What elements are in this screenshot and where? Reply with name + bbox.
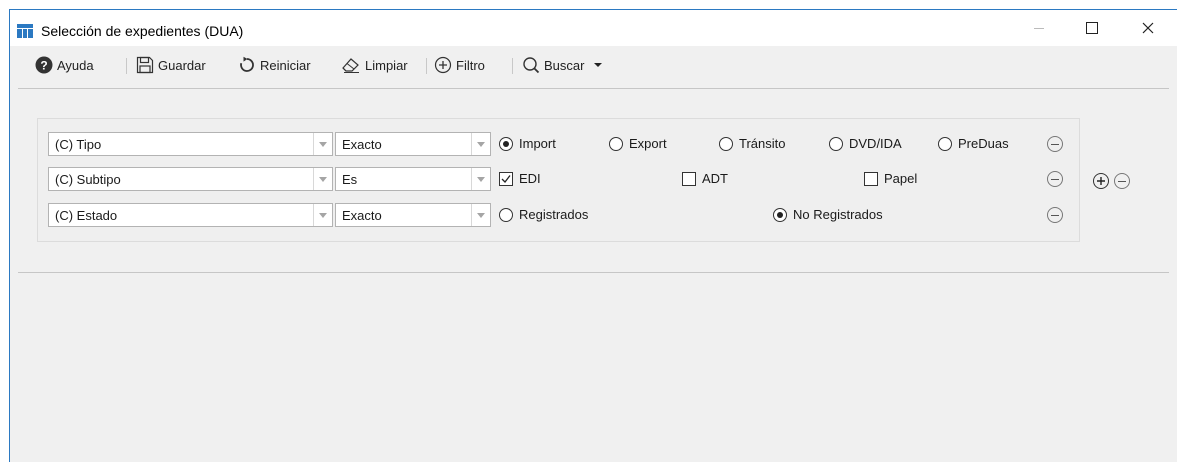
radio-label: PreDuas bbox=[958, 136, 1009, 151]
search-label: Buscar bbox=[544, 57, 585, 73]
close-icon bbox=[1142, 22, 1154, 34]
reset-button[interactable]: Reiniciar bbox=[238, 54, 311, 76]
minimize-button[interactable] bbox=[1016, 10, 1062, 46]
field-select-value: (C) Estado bbox=[55, 208, 118, 223]
field-select-estado[interactable]: (C) Estado bbox=[48, 203, 333, 227]
toolbar-divider bbox=[18, 88, 1169, 89]
add-group-button[interactable] bbox=[1093, 173, 1109, 189]
window-title: Selección de expedientes (DUA) bbox=[41, 23, 244, 39]
remove-condition-button[interactable] bbox=[1047, 136, 1063, 152]
minus-circle-icon bbox=[1051, 143, 1059, 145]
floppy-disk-icon bbox=[136, 56, 154, 74]
radio-unselected bbox=[938, 136, 952, 151]
operator-select-value: Exacto bbox=[342, 208, 382, 223]
checkbox-papel[interactable]: Papel bbox=[864, 171, 917, 186]
radio-transito[interactable]: Tránsito bbox=[719, 136, 785, 151]
remove-condition-button[interactable] bbox=[1047, 207, 1063, 223]
operator-select-tipo[interactable]: Exacto bbox=[335, 132, 491, 156]
minus-circle-icon bbox=[1051, 214, 1059, 216]
minus-circle-icon bbox=[1051, 178, 1059, 180]
radio-no-registrados[interactable]: No Registrados bbox=[773, 207, 883, 222]
help-button[interactable]: ? Ayuda bbox=[35, 54, 94, 76]
toolbar-separator bbox=[426, 58, 427, 74]
checkbox-label: Papel bbox=[884, 171, 918, 186]
field-select-value: (C) Subtipo bbox=[55, 172, 121, 187]
checkbox-label: EDI bbox=[519, 171, 541, 186]
clear-label: Limpiar bbox=[365, 57, 408, 73]
field-select-value: (C) Tipo bbox=[55, 137, 102, 152]
checkmark-icon bbox=[501, 174, 511, 183]
dropdown-arrow-icon bbox=[594, 63, 603, 67]
radio-label: Export bbox=[629, 136, 667, 151]
minus-circle-icon bbox=[1118, 180, 1126, 182]
eraser-icon bbox=[342, 58, 359, 73]
search-button[interactable]: Buscar bbox=[522, 54, 604, 76]
radio-unselected bbox=[499, 207, 513, 222]
minimize-icon bbox=[1034, 27, 1044, 29]
operator-select-subtipo[interactable]: Es bbox=[335, 167, 491, 191]
rotate-icon bbox=[240, 56, 254, 72]
filter-button[interactable]: Filtro bbox=[434, 54, 485, 76]
radio-preduas[interactable]: PreDuas bbox=[938, 136, 1009, 151]
checkbox-unchecked bbox=[682, 171, 696, 186]
radio-unselected bbox=[609, 136, 623, 151]
field-select-subtipo[interactable]: (C) Subtipo bbox=[48, 167, 333, 191]
radio-label: Registrados bbox=[519, 207, 589, 222]
field-select-tipo[interactable]: (C) Tipo bbox=[48, 132, 333, 156]
radio-selected bbox=[773, 207, 787, 222]
radio-label: No Registrados bbox=[793, 207, 883, 222]
filter-label: Filtro bbox=[456, 57, 485, 73]
clear-button[interactable]: Limpiar bbox=[341, 54, 408, 76]
radio-label: DVD/IDA bbox=[849, 136, 902, 151]
help-label: Ayuda bbox=[57, 57, 94, 73]
plus-circle-icon bbox=[434, 56, 452, 74]
radio-registrados[interactable]: Registrados bbox=[499, 207, 588, 222]
remove-condition-button[interactable] bbox=[1047, 171, 1063, 187]
magnifier-icon bbox=[523, 57, 540, 74]
checkbox-checked bbox=[499, 171, 513, 186]
toolbar-separator bbox=[512, 58, 513, 74]
radio-unselected bbox=[719, 136, 733, 151]
remove-group-button[interactable] bbox=[1114, 173, 1130, 189]
checkbox-edi[interactable]: EDI bbox=[499, 171, 541, 186]
save-label: Guardar bbox=[158, 57, 206, 73]
radio-label: Import bbox=[519, 136, 556, 151]
reset-label: Reiniciar bbox=[260, 57, 311, 73]
save-button[interactable]: Guardar bbox=[136, 54, 206, 76]
plus-circle-icon bbox=[1097, 177, 1105, 185]
svg-text:?: ? bbox=[40, 59, 47, 73]
radio-import[interactable]: Import bbox=[499, 136, 556, 151]
checkbox-label: ADT bbox=[702, 171, 728, 186]
chevron-down-icon bbox=[471, 133, 490, 155]
chevron-down-icon bbox=[313, 133, 332, 155]
operator-select-value: Es bbox=[342, 172, 358, 187]
radio-unselected bbox=[829, 136, 843, 151]
radio-label: Tránsito bbox=[739, 136, 786, 151]
dialog-window: Selección de expedientes (DUA) ? Ayuda G… bbox=[9, 9, 1177, 462]
radio-dvd-ida[interactable]: DVD/IDA bbox=[829, 136, 902, 151]
app-table-icon bbox=[17, 24, 33, 38]
operator-select-value: Exacto bbox=[342, 137, 382, 152]
title-bar: Selección de expedientes (DUA) bbox=[10, 10, 1177, 46]
help-circle-icon: ? bbox=[35, 56, 53, 74]
operator-select-estado[interactable]: Exacto bbox=[335, 203, 491, 227]
chevron-down-icon bbox=[313, 204, 332, 226]
radio-export[interactable]: Export bbox=[609, 136, 667, 151]
chevron-down-icon bbox=[313, 168, 332, 190]
close-button[interactable] bbox=[1125, 10, 1171, 46]
radio-selected bbox=[499, 136, 513, 151]
checkbox-adt[interactable]: ADT bbox=[682, 171, 728, 186]
toolbar: ? Ayuda Guardar Reiniciar Limpiar Filtro… bbox=[10, 46, 1177, 86]
checkbox-unchecked bbox=[864, 171, 878, 186]
results-divider bbox=[18, 272, 1169, 273]
toolbar-separator bbox=[126, 58, 127, 74]
filter-panel: (C) Tipo Exacto Import Export Tránsito D… bbox=[37, 118, 1080, 242]
maximize-icon bbox=[1086, 22, 1098, 34]
maximize-button[interactable] bbox=[1069, 10, 1115, 46]
chevron-down-icon bbox=[471, 168, 490, 190]
chevron-down-icon bbox=[471, 204, 490, 226]
